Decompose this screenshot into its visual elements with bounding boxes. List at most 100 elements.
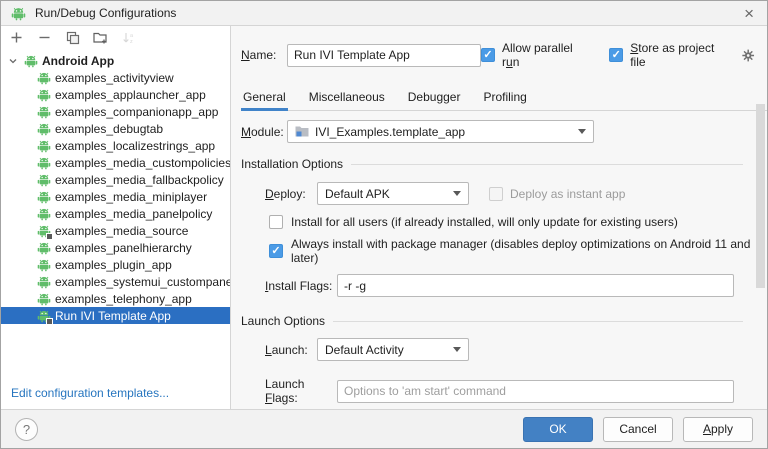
new-folder-icon[interactable] — [92, 29, 109, 46]
config-tabs: General Miscellaneous Debugger Profiling — [241, 84, 767, 111]
chevron-down-icon — [453, 347, 461, 352]
tab-miscellaneous[interactable]: Miscellaneous — [307, 84, 387, 110]
tree-item-label: examples_media_fallbackpolicy — [55, 173, 224, 187]
cancel-button[interactable]: Cancel — [603, 417, 673, 442]
tab-debugger[interactable]: Debugger — [406, 84, 463, 110]
android-icon — [37, 292, 51, 306]
tree-root-android-app[interactable]: Android App — [1, 52, 230, 69]
launch-value: Default Activity — [325, 343, 404, 357]
launch-label: Launch: — [265, 343, 317, 357]
launch-options-section: Launch Options — [241, 314, 767, 328]
ok-button[interactable]: OK — [523, 417, 593, 442]
copy-configuration-icon[interactable] — [64, 29, 81, 46]
android-icon — [37, 173, 51, 187]
tree-item-label: examples_applauncher_app — [55, 88, 206, 102]
android-icon — [37, 207, 51, 221]
android-icon — [37, 156, 51, 170]
android-icon — [37, 309, 51, 323]
name-row: Name: Allow parallel run Store as projec… — [241, 41, 767, 69]
apply-button[interactable]: Apply — [683, 417, 753, 442]
deploy-as-instant-app-checkbox — [489, 187, 503, 201]
tab-profiling[interactable]: Profiling — [481, 84, 528, 110]
tree-row[interactable]: examples_media_panelpolicy — [1, 205, 230, 222]
help-button[interactable]: ? — [15, 418, 38, 441]
deploy-select[interactable]: Default APK — [317, 182, 469, 205]
config-tree: Android App examples_activityview — [1, 49, 230, 409]
installation-options-section: Installation Options — [241, 157, 767, 171]
add-configuration-icon[interactable] — [8, 29, 25, 46]
configurations-sidebar: a z A — [1, 26, 231, 409]
sort-configurations-icon[interactable]: a z — [120, 29, 137, 46]
tree-row[interactable]: examples_media_fallbackpolicy — [1, 171, 230, 188]
always-install-with-pm-checkbox[interactable] — [269, 244, 283, 258]
edit-configuration-templates-link[interactable]: Edit configuration templates... — [11, 386, 169, 400]
name-input[interactable] — [287, 44, 481, 67]
android-icon — [37, 224, 51, 238]
launch-flags-input[interactable] — [337, 380, 734, 403]
module-icon — [295, 125, 309, 138]
android-icon — [37, 190, 51, 204]
tree-row[interactable]: examples_media_miniplayer — [1, 188, 230, 205]
sidebar-toolbar: a z — [1, 26, 230, 49]
tab-general[interactable]: General — [241, 84, 288, 110]
run-config-badge-icon — [46, 318, 53, 325]
launch-options-title: Launch Options — [241, 314, 325, 328]
vertical-scrollbar[interactable] — [756, 104, 765, 288]
tree-row[interactable]: Run IVI Template App — [1, 307, 230, 324]
install-for-all-users-checkbox[interactable] — [269, 215, 283, 229]
svg-text:z: z — [130, 39, 133, 45]
android-icon — [37, 258, 51, 272]
launch-flags-label: Launch Flags: — [265, 377, 337, 405]
tree-row[interactable]: examples_debugtab — [1, 120, 230, 137]
run-config-badge-icon — [46, 233, 53, 240]
tree-row[interactable]: examples_panelhierarchy — [1, 239, 230, 256]
install-for-all-users-row: Install for all users (if already instal… — [269, 215, 767, 229]
tree-row[interactable]: examples_localizestrings_app — [1, 137, 230, 154]
launch-flags-row: Launch Flags: — [265, 377, 767, 405]
tree-row[interactable]: examples_activityview — [1, 69, 230, 86]
install-flags-label: Install Flags: — [265, 279, 337, 293]
install-flags-input[interactable] — [337, 274, 734, 297]
close-icon[interactable]: × — [741, 5, 757, 22]
module-select[interactable]: IVI_Examples.template_app — [287, 120, 594, 143]
tree-row[interactable]: examples_telephony_app — [1, 290, 230, 307]
tree-row[interactable]: examples_media_source — [1, 222, 230, 239]
module-label: Module: — [241, 125, 287, 139]
android-icon — [37, 122, 51, 136]
tree-item-label: examples_panelhierarchy — [55, 241, 192, 255]
module-value: IVI_Examples.template_app — [315, 125, 465, 139]
dialog-title: Run/Debug Configurations — [35, 6, 176, 20]
run-debug-configurations-dialog: Run/Debug Configurations × — [0, 0, 768, 449]
tree-item-label: examples_localizestrings_app — [55, 139, 215, 153]
configuration-editor: Name: Allow parallel run Store as projec… — [231, 26, 767, 409]
android-icon — [24, 54, 38, 68]
deploy-row: Deploy: Default APK Deploy as instant ap… — [265, 182, 767, 205]
tree-row[interactable]: examples_plugin_app — [1, 256, 230, 273]
allow-parallel-run-checkbox[interactable] — [481, 48, 495, 62]
tree-item-label: examples_media_source — [55, 224, 188, 238]
tree-item-label: examples_media_panelpolicy — [55, 207, 212, 221]
remove-configuration-icon[interactable] — [36, 29, 53, 46]
android-icon — [37, 275, 51, 289]
tree-item-label: Run IVI Template App — [55, 309, 171, 323]
store-as-project-file-checkbox[interactable] — [609, 48, 623, 62]
launch-select[interactable]: Default Activity — [317, 338, 469, 361]
launch-row: Launch: Default Activity — [265, 338, 767, 361]
tree-row[interactable]: examples_companionapp_app — [1, 103, 230, 120]
android-icon — [37, 105, 51, 119]
tree-row[interactable]: examples_systemui_custompaneltype — [1, 273, 230, 290]
module-row: Module: IVI_Examples.template_app — [241, 120, 767, 143]
tree-item-label: examples_media_custompolicies — [55, 156, 230, 170]
install-flags-row: Install Flags: — [265, 274, 767, 297]
chevron-down-icon — [453, 191, 461, 196]
tree-row[interactable]: examples_media_custompolicies — [1, 154, 230, 171]
tree-row[interactable]: examples_applauncher_app — [1, 86, 230, 103]
android-icon — [37, 71, 51, 85]
gear-icon[interactable] — [741, 48, 755, 63]
deploy-label: Deploy: — [265, 187, 317, 201]
dialog-footer: ? OK Cancel Apply — [1, 409, 767, 448]
tree-item-label: examples_media_miniplayer — [55, 190, 207, 204]
android-icon — [37, 88, 51, 102]
android-icon — [37, 139, 51, 153]
tree-item-label: examples_companionapp_app — [55, 105, 218, 119]
